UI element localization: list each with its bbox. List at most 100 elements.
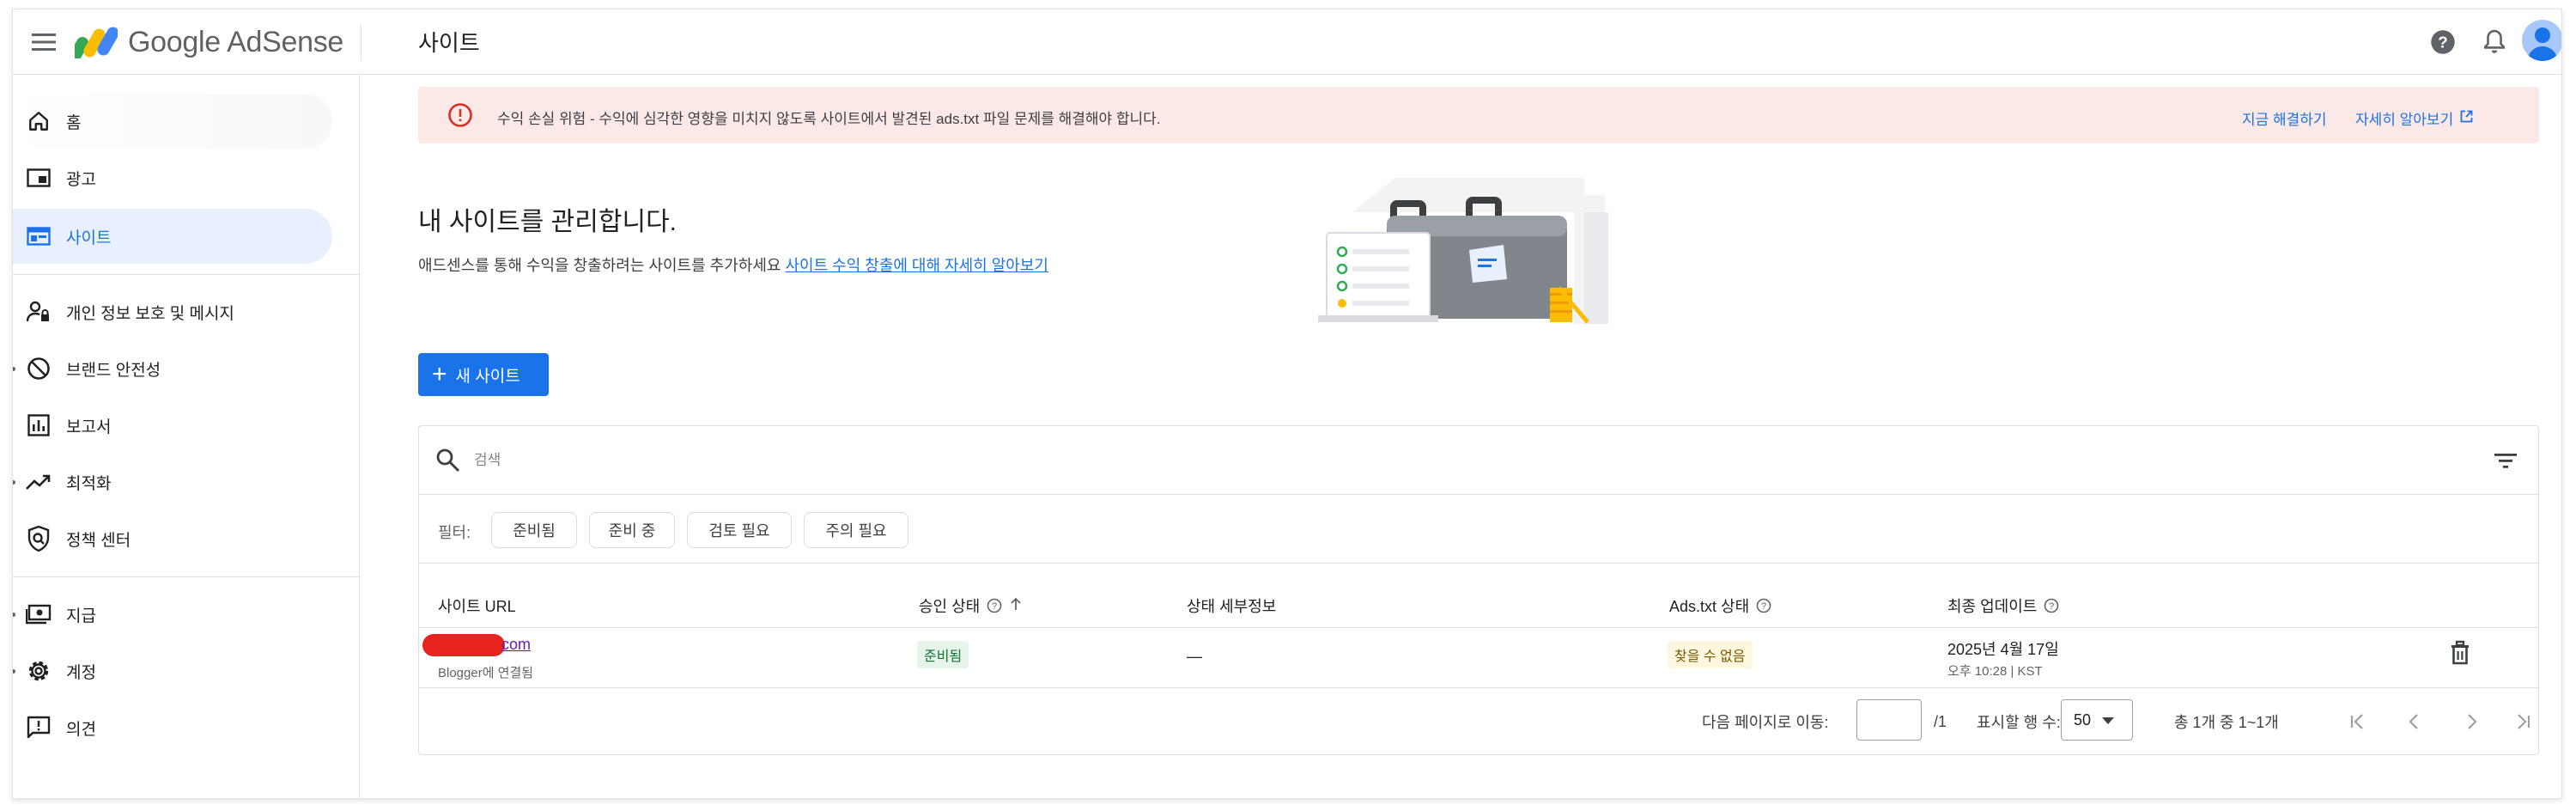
- sidebar-item-label: 정책 센터: [66, 531, 131, 550]
- manage-sites-heading: 내 사이트를 관리합니다.: [418, 208, 677, 236]
- sidebar-item-label: 계정: [66, 663, 96, 682]
- first-page-icon[interactable]: [2341, 704, 2375, 739]
- sidebar-item-payments[interactable]: 지급: [13, 587, 332, 642]
- expand-dot-icon: [13, 367, 15, 371]
- search-icon: [434, 447, 462, 474]
- sidebar-item-label: 사이트: [66, 229, 112, 247]
- optimization-icon: [25, 468, 52, 496]
- sidebar-item-brand-safety[interactable]: 브랜드 안전성: [13, 341, 332, 396]
- briefcase-illustration: [1301, 178, 1662, 332]
- help-outline-icon[interactable]: ?: [987, 598, 1002, 613]
- sidebar-item-label: 광고: [66, 170, 96, 189]
- rows-per-page-label: 표시할 행 수:: [1977, 714, 2061, 731]
- page-title: 사이트: [418, 30, 480, 56]
- last-page-icon[interactable]: [2506, 704, 2540, 739]
- next-page-icon[interactable]: [2454, 704, 2488, 739]
- help-outline-icon[interactable]: ?: [1756, 598, 1771, 613]
- rows-per-page-value: 50: [2074, 710, 2092, 729]
- help-icon[interactable]: ?: [2426, 25, 2460, 59]
- filter-chip-preparing[interactable]: 준비 중: [589, 512, 675, 548]
- adsense-logo-icon[interactable]: [70, 24, 119, 61]
- avatar[interactable]: [2522, 20, 2561, 61]
- goto-page-label: 다음 페이지로 이동:: [1702, 714, 1829, 731]
- filter-label: 필터:: [438, 524, 471, 541]
- svg-text:?: ?: [1761, 601, 1766, 612]
- delete-icon[interactable]: [2447, 639, 2475, 667]
- previous-page-icon[interactable]: [2397, 704, 2432, 739]
- reports-icon: [25, 412, 52, 439]
- sidebar-item-policy-center[interactable]: 정책 센터: [13, 511, 332, 566]
- sidebar-item-home[interactable]: 홈: [13, 94, 332, 149]
- sidebar-item-label: 지급: [66, 607, 96, 625]
- fix-now-link[interactable]: 지금 해결하기: [2242, 107, 2327, 129]
- expand-dot-icon: [13, 669, 15, 674]
- total-pages-text: /1: [1934, 712, 1947, 730]
- help-outline-icon[interactable]: ?: [2044, 598, 2059, 613]
- table-divider: [419, 687, 2538, 688]
- site-connection-text: Blogger에 연결됨: [438, 666, 534, 680]
- add-new-site-button[interactable]: + 새 사이트: [418, 353, 549, 396]
- manage-sites-description: 애드센스를 통해 수익을 창출하려는 사이트를 추가하세요 사이트 수익 창출에…: [418, 253, 1048, 276]
- gear-icon: [25, 657, 52, 685]
- dropdown-arrow-icon: [2101, 711, 2115, 729]
- filter-chips-row: 필터: 준비됨 준비 중 검토 필요 주의 필요: [419, 495, 2538, 564]
- filter-list-icon[interactable]: [2492, 447, 2519, 474]
- brand-name[interactable]: Google AdSense: [128, 26, 343, 59]
- payments-icon: [25, 601, 52, 628]
- learn-more-label: 자세히 알아보기: [2355, 112, 2454, 128]
- menu-icon[interactable]: [27, 25, 61, 59]
- sites-table-card: 필터: 준비됨 준비 중 검토 필요 주의 필요 사이트 URL 승인 상태 ?…: [418, 425, 2539, 755]
- brand-product-text: AdSense: [227, 26, 344, 58]
- status-badge: 준비됨: [917, 641, 969, 668]
- table-divider: [419, 627, 2538, 628]
- ads-txt-alert-banner: 수익 손실 위험 - 수익에 심각한 영향을 미치지 않도록 사이트에서 발견된…: [418, 87, 2539, 143]
- sites-icon: [25, 223, 52, 250]
- column-header-label: Ads.txt 상태: [1669, 598, 1750, 615]
- learn-more-link[interactable]: 자세히 알아보기: [2355, 107, 2473, 129]
- svg-text:?: ?: [2438, 33, 2447, 51]
- last-updated-time: 오후 10:28 | KST: [1947, 664, 2043, 679]
- filter-chip-ready[interactable]: 준비됨: [491, 512, 577, 548]
- range-text: 총 1개 중 1~1개: [2174, 714, 2279, 731]
- ads-icon: [25, 164, 52, 192]
- column-header-approval-status[interactable]: 승인 상태 ?: [919, 595, 1023, 617]
- error-icon: [447, 102, 473, 128]
- sidebar-item-label: 보고서: [66, 418, 112, 436]
- brand-google-text: Google: [128, 26, 221, 58]
- column-header-site-url[interactable]: 사이트 URL: [438, 595, 516, 617]
- goto-page-input[interactable]: [1856, 699, 1922, 741]
- column-header-ads-txt-status: Ads.txt 상태 ?: [1669, 595, 1771, 617]
- column-header-label: 승인 상태: [919, 598, 981, 615]
- expand-dot-icon: [13, 480, 15, 485]
- svg-text:?: ?: [2049, 601, 2054, 612]
- column-header-label: 상태 세부정보: [1187, 598, 1277, 615]
- search-bar: [419, 426, 2538, 495]
- last-updated-date: 2025년 4월 17일: [1947, 641, 2059, 658]
- column-header-last-updated: 최종 업데이트 ?: [1947, 595, 2059, 617]
- expand-dot-icon: [13, 613, 15, 617]
- site-monetization-learn-more-link[interactable]: 사이트 수익 창출에 대해 자세히 알아보기: [785, 257, 1048, 274]
- sidebar: 홈 광고 사이트 개인 정보 보호 및 메시지 브랜드 안전성 보고서 최적화: [13, 75, 360, 798]
- new-site-label: 새 사이트: [455, 367, 520, 386]
- ads-txt-status-badge: 찾을 수 없음: [1668, 641, 1753, 668]
- sidebar-item-ads[interactable]: 광고: [13, 150, 332, 205]
- site-url-link[interactable]: com: [501, 636, 531, 654]
- bell-icon[interactable]: [2477, 25, 2512, 59]
- sidebar-item-account[interactable]: 계정: [13, 643, 332, 698]
- top-app-bar: Google AdSense 사이트 ?: [13, 9, 2561, 75]
- open-in-new-icon: [2460, 110, 2473, 127]
- rows-per-page-select[interactable]: 50: [2061, 699, 2133, 741]
- sidebar-item-optimization[interactable]: 최적화: [13, 454, 332, 509]
- sidebar-item-privacy[interactable]: 개인 정보 보호 및 메시지: [13, 284, 332, 339]
- alert-message: 수익 손실 위험 - 수익에 심각한 영향을 미치지 않도록 사이트에서 발견된…: [497, 111, 1161, 127]
- sort-arrow-up-icon[interactable]: [1009, 596, 1023, 616]
- filter-chip-needs-attention[interactable]: 주의 필요: [804, 512, 908, 548]
- sidebar-item-label: 브랜드 안전성: [66, 361, 161, 380]
- search-input[interactable]: [474, 445, 2191, 476]
- sidebar-item-feedback[interactable]: 의견: [13, 700, 332, 755]
- feedback-icon: [25, 714, 52, 741]
- policy-icon: [25, 525, 52, 552]
- filter-chip-needs-review[interactable]: 검토 필요: [687, 512, 792, 548]
- sidebar-item-sites[interactable]: 사이트: [13, 209, 332, 264]
- sidebar-item-reports[interactable]: 보고서: [13, 398, 332, 453]
